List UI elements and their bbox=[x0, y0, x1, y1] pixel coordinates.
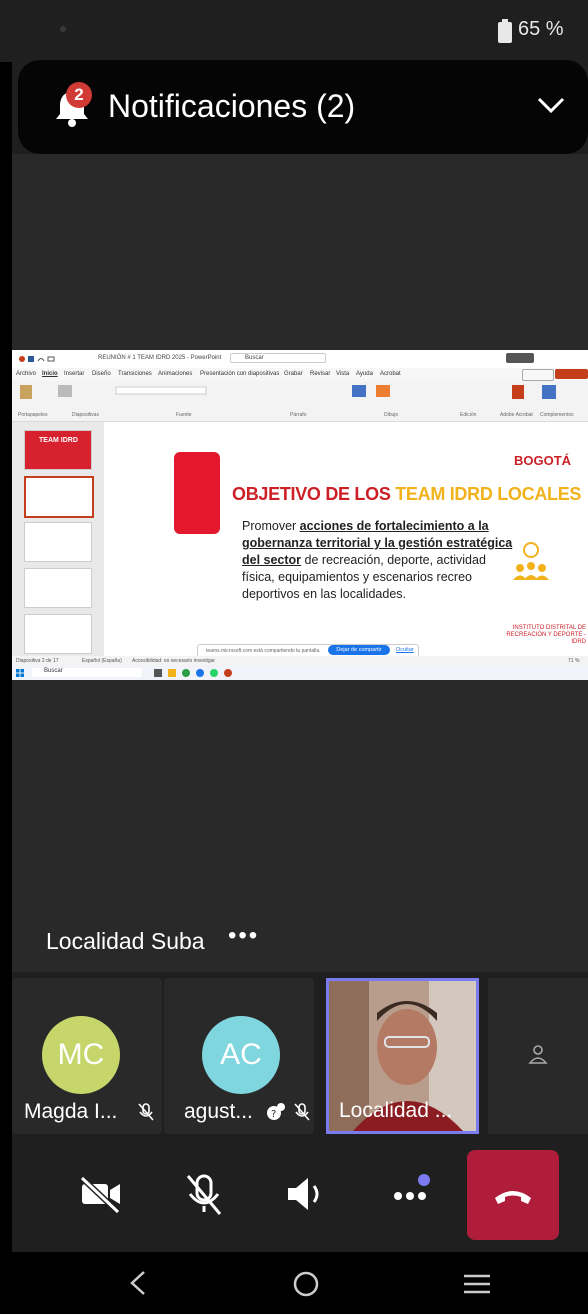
recents-icon[interactable] bbox=[462, 1272, 492, 1296]
slide-thumb-1[interactable]: TEAM IDRD bbox=[24, 430, 92, 470]
slide-body-1: Promover bbox=[242, 519, 300, 533]
ribbon-group-drawing: Dibujo bbox=[384, 412, 399, 418]
ribbon-group-font: Fuente bbox=[176, 412, 192, 418]
menu-design[interactable]: Diseño bbox=[92, 371, 111, 377]
ribbon-group-slides: Diapositivas bbox=[72, 412, 99, 418]
bogota-logo: BOGOTÁ bbox=[514, 453, 572, 468]
ppt-ribbon: Portapapeles Diapositivas Fuente Párrafo… bbox=[12, 381, 588, 422]
ppt-title-bar: REUNIÓN # 1 TEAM IDRD 2025 - PowerPoint … bbox=[12, 350, 588, 369]
slide-title-b: TEAM IDRD LOCALES bbox=[395, 484, 582, 504]
menu-view[interactable]: Vista bbox=[336, 371, 349, 377]
battery-percent: 65 % bbox=[518, 18, 564, 40]
record-button[interactable] bbox=[522, 369, 554, 381]
notification-count-badge: 2 bbox=[66, 82, 92, 108]
ppt-menu-bar: Archivo Inicio Insertar Diseño Transicio… bbox=[12, 368, 588, 381]
menu-animations[interactable]: Animaciones bbox=[158, 371, 192, 377]
hang-up-icon bbox=[495, 1191, 531, 1204]
menu-file[interactable]: Archivo bbox=[16, 371, 36, 377]
slide-thumb-4[interactable] bbox=[24, 568, 92, 608]
person-icon bbox=[528, 1045, 548, 1064]
camera-off-icon[interactable] bbox=[72, 1166, 128, 1222]
view-more-participants[interactable] bbox=[488, 978, 588, 1134]
stage-participant-name: Localidad Suba bbox=[46, 928, 205, 954]
menu-insert[interactable]: Insertar bbox=[64, 371, 84, 377]
windows-taskbar: Buscar bbox=[12, 666, 588, 680]
slide-thumb-text: TEAM IDRD bbox=[39, 437, 78, 444]
ribbon-group-editing: Edición bbox=[460, 412, 477, 418]
mic-off-icon[interactable] bbox=[176, 1166, 232, 1222]
language-status: Español (España) bbox=[82, 658, 122, 664]
quick-access-toolbar bbox=[18, 355, 58, 363]
mic-muted-icon bbox=[294, 1103, 310, 1121]
ppt-account-button[interactable] bbox=[506, 353, 534, 363]
ppt-status-bar: Diapositiva 2 de 17 Español (España) Acc… bbox=[12, 656, 588, 666]
unknown-status-icon: ? bbox=[267, 1103, 285, 1120]
slide-body: Promover acciones de fortalecimiento a l… bbox=[242, 518, 514, 603]
participant-name: Localidad ... bbox=[339, 1099, 453, 1122]
mic-muted-icon bbox=[138, 1103, 154, 1121]
ppt-window-title: REUNIÓN # 1 TEAM IDRD 2025 - PowerPoint bbox=[98, 355, 222, 361]
home-icon[interactable] bbox=[292, 1270, 320, 1298]
avatar: MC bbox=[42, 1016, 120, 1094]
ribbon-group-addins: Complementos bbox=[540, 412, 574, 418]
speaker-icon[interactable] bbox=[276, 1166, 332, 1222]
team-lightbulb-icon bbox=[513, 542, 549, 580]
slide-red-accent bbox=[174, 452, 220, 534]
chevron-down-icon[interactable] bbox=[536, 94, 566, 116]
menu-slideshow[interactable]: Presentación con diapositivas bbox=[200, 371, 279, 377]
zoom-level[interactable]: 71 % bbox=[568, 658, 579, 664]
hide-link[interactable]: Ocultar bbox=[396, 647, 414, 653]
menu-review[interactable]: Revisar bbox=[310, 371, 330, 377]
menu-home[interactable]: Inicio bbox=[42, 371, 58, 377]
share-bar-text: teams.microsoft.com está compartiendo tu… bbox=[206, 648, 321, 654]
slide-title: OBJETIVO DE LOS TEAM IDRD LOCALES bbox=[232, 484, 581, 505]
svg-text:?: ? bbox=[271, 1109, 276, 1120]
notification-title: Notificaciones (2) bbox=[108, 88, 356, 124]
screen-edge bbox=[0, 0, 12, 1314]
participant-name: Magda I... bbox=[24, 1100, 118, 1123]
end-call-button[interactable] bbox=[467, 1150, 559, 1240]
participant-tile-localidad-video[interactable]: Localidad ... bbox=[326, 978, 479, 1134]
stop-sharing-button[interactable]: Dejar de compartir bbox=[328, 645, 390, 655]
slide-thumb-3[interactable] bbox=[24, 522, 92, 562]
status-bar: 65 % bbox=[0, 0, 588, 62]
slide-thumbnails: TEAM IDRD bbox=[12, 422, 104, 658]
menu-record[interactable]: Grabar bbox=[284, 371, 303, 377]
avatar: AC bbox=[202, 1016, 280, 1094]
android-nav-bar bbox=[12, 1252, 588, 1314]
battery-icon bbox=[498, 19, 512, 43]
institute-name: INSTITUTO DISTRITAL DE RECREACIÓN Y DEPO… bbox=[506, 625, 586, 645]
ribbon-group-acrobat: Adobe Acrobat bbox=[500, 412, 533, 418]
ppt-search-box[interactable]: Buscar bbox=[230, 353, 326, 363]
accessibility-status[interactable]: Accesibilidad: es necesario investigar bbox=[132, 658, 215, 664]
back-icon[interactable] bbox=[126, 1270, 150, 1296]
slide-title-a: OBJETIVO DE LOS bbox=[232, 484, 396, 504]
share-button[interactable] bbox=[555, 369, 588, 379]
slide-thumb-5[interactable] bbox=[24, 614, 92, 654]
more-actions-icon[interactable] bbox=[384, 1166, 440, 1222]
shared-screen[interactable]: REUNIÓN # 1 TEAM IDRD 2025 - PowerPoint … bbox=[12, 350, 588, 680]
participant-name: agust... bbox=[184, 1100, 253, 1123]
slide-thumb-2[interactable] bbox=[24, 476, 94, 518]
menu-transitions[interactable]: Transiciones bbox=[118, 371, 152, 377]
camera-dot bbox=[60, 26, 66, 32]
taskbar-apps[interactable] bbox=[152, 668, 252, 678]
taskbar-search[interactable]: Buscar bbox=[32, 668, 142, 677]
menu-acrobat[interactable]: Acrobat bbox=[380, 371, 401, 377]
more-options-icon[interactable]: ••• bbox=[228, 922, 259, 950]
ribbon-group-paragraph: Párrafo bbox=[290, 412, 307, 418]
menu-help[interactable]: Ayuda bbox=[356, 371, 373, 377]
ribbon-group-clipboard: Portapapeles bbox=[18, 412, 48, 418]
windows-start-icon[interactable] bbox=[16, 669, 24, 677]
slide-counter: Diapositiva 2 de 17 bbox=[16, 658, 59, 664]
